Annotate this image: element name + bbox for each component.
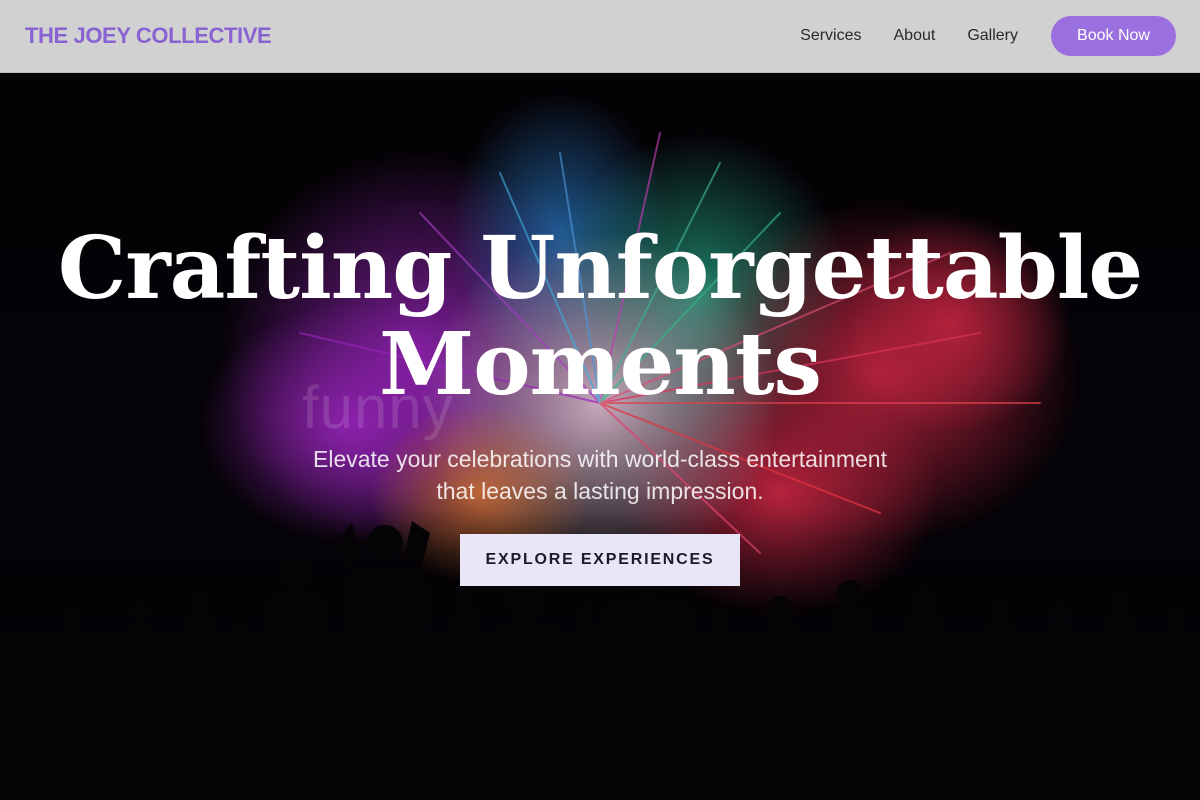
fireworks-background-image <box>0 73 1200 800</box>
hero-section: funny Crafting Unforgettable Moments Ele… <box>0 73 1200 800</box>
hero-headline-line2: Moments <box>379 314 822 415</box>
book-now-button[interactable]: Book Now <box>1051 16 1176 56</box>
hero-headline-line1: Crafting Unforgettable <box>57 218 1143 319</box>
hero-subtitle-line2: that leaves a lasting impression. <box>436 478 764 504</box>
explore-experiences-button[interactable]: EXPLORE EXPERIENCES <box>460 534 740 586</box>
hero-subtitle-line1: Elevate your celebrations with world-cla… <box>313 446 887 472</box>
hero-subtitle: Elevate your celebrations with world-cla… <box>270 443 930 507</box>
main-nav: Services About Gallery Book Now <box>800 16 1176 56</box>
site-header: THE JOEY COLLECTIVE Services About Galle… <box>0 0 1200 73</box>
hero-headline: Crafting Unforgettable Moments <box>0 221 1200 413</box>
nav-link-gallery[interactable]: Gallery <box>967 27 1018 45</box>
nav-link-about[interactable]: About <box>894 27 936 45</box>
nav-link-services[interactable]: Services <box>800 27 861 45</box>
brand-logo[interactable]: THE JOEY COLLECTIVE <box>25 23 272 49</box>
